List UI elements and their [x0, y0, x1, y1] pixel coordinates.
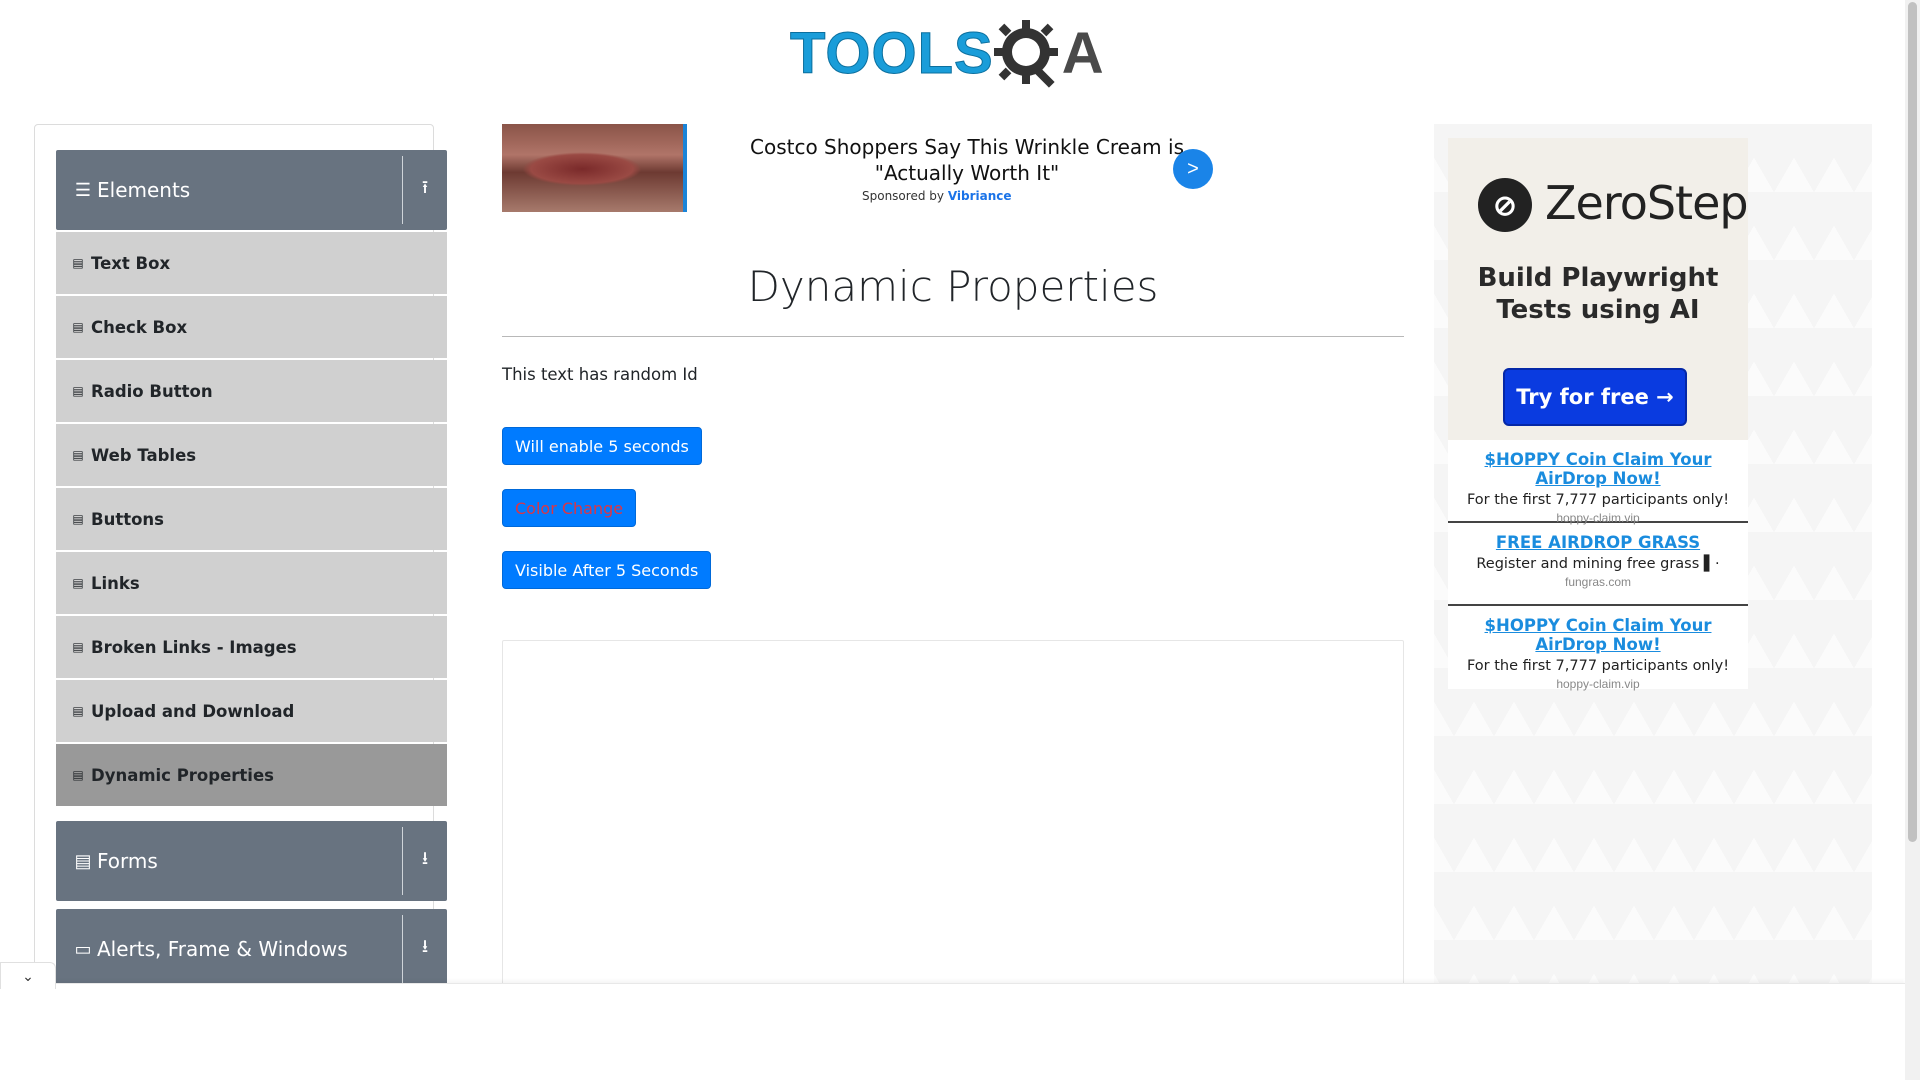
ad-image: [502, 124, 687, 212]
sidebar-item-label: Text Box: [91, 253, 171, 273]
sidebar-item-label: Links: [91, 573, 140, 593]
random-id-text: This text has random Id: [502, 365, 698, 384]
expand-icon[interactable]: ⭳: [403, 821, 447, 901]
gear-search-icon: [993, 20, 1058, 88]
group-forms: ▤ Forms ⭳: [56, 821, 447, 901]
page: TOOLS A ☰ Elements ⭱ ▤ Text Box ▤ Check …: [0, 0, 1905, 1080]
sidebar-item-label: Radio Button: [91, 381, 213, 401]
sidebar-item-web-tables[interactable]: ▤ Web Tables: [56, 424, 447, 486]
text-ad-desc: For the first 7,777 participants only!: [1466, 658, 1730, 674]
ad-image-lips: [522, 152, 642, 186]
window-icon: ▭: [74, 938, 92, 959]
list-icon: ▤: [72, 384, 84, 398]
list-icon: ▤: [72, 512, 84, 526]
ad-go-button[interactable]: >: [1173, 149, 1213, 189]
left-panel: ☰ Elements ⭱ ▤ Text Box ▤ Check Box ▤ Radio…: [34, 124, 447, 1080]
document-icon: ▤: [74, 850, 92, 871]
ad-sponsor-name[interactable]: Vibriance: [948, 189, 1012, 203]
sidebar-item-dynamic-properties[interactable]: ▤ Dynamic Properties: [56, 744, 447, 806]
text-ad-url: hoppy-claim.vip: [1556, 677, 1640, 691]
group-title: Forms: [97, 849, 158, 873]
sidebar-item-radio-button[interactable]: ▤ Radio Button: [56, 360, 447, 422]
sidebar-item-buttons[interactable]: ▤ Buttons: [56, 488, 447, 550]
ad-sponsored-by: Sponsored by: [862, 189, 944, 203]
list-icon: ▤: [72, 704, 84, 718]
group-title: Alerts, Frame & Windows: [97, 937, 348, 961]
list-icon: ▤: [72, 320, 84, 334]
sidebar-item-text-box[interactable]: ▤ Text Box: [56, 232, 447, 294]
sidebar-item-label: Web Tables: [91, 445, 197, 465]
group-header-forms[interactable]: ▤ Forms ⭳: [56, 821, 447, 901]
list-icon: ▤: [72, 640, 84, 654]
text-ad-title[interactable]: $HOPPY Coin Claim Your AirDrop Now!: [1448, 450, 1748, 488]
title-divider: [502, 336, 1404, 337]
scrollbar-thumb[interactable]: [1908, 2, 1917, 842]
chevron-down-icon[interactable]: ⌄: [0, 962, 56, 989]
sidebar-item-label: Dynamic Properties: [91, 765, 274, 785]
collapse-icon[interactable]: ⭱: [403, 150, 447, 230]
group-alerts: ▭ Alerts, Frame & Windows ⭳: [56, 909, 447, 989]
logo-text-tools: TOOLS: [790, 21, 994, 86]
ad-sponsor-line: Sponsored by Vibriance: [862, 189, 1012, 203]
logo-text-a: A: [1061, 21, 1105, 86]
sidebar-item-links[interactable]: ▤ Links: [56, 552, 447, 614]
list-icon: ▤: [72, 768, 84, 782]
page-scrollbar[interactable]: [1905, 0, 1920, 1080]
toolsqa-logo[interactable]: TOOLS A: [790, 14, 1105, 94]
group-header-elements[interactable]: ☰ Elements ⭱: [56, 150, 447, 230]
text-ad[interactable]: $HOPPY Coin Claim Your AirDrop Now! For …: [1448, 440, 1748, 525]
sidebar-item-label: Check Box: [91, 317, 188, 337]
group-title: Elements: [97, 178, 191, 202]
text-ad[interactable]: $HOPPY Coin Claim Your AirDrop Now! For …: [1448, 606, 1748, 691]
zerostep-ad[interactable]: ⊘ ZeroStep Build Playwright Tests using …: [1448, 138, 1749, 440]
ad-banner[interactable]: Costco Shoppers Say This Wrinkle Cream i…: [502, 124, 1213, 212]
right-ad-column: ⊘ ZeroStep Build Playwright Tests using …: [1434, 124, 1872, 1024]
sidebar-item-label: Buttons: [91, 509, 165, 529]
text-ad-title[interactable]: FREE AIRDROP GRASS: [1448, 533, 1748, 552]
ad-placeholder-box: [502, 640, 1404, 1000]
try-for-free-button[interactable]: Try for free →: [1503, 368, 1687, 426]
list-icon: ▤: [72, 448, 84, 462]
expand-icon[interactable]: ⭳: [403, 909, 447, 989]
sidebar-item-label: Upload and Download: [91, 701, 295, 721]
text-ad-desc: Register and mining free grass ▌·: [1476, 556, 1720, 572]
text-ad-url: fungras.com: [1564, 575, 1632, 589]
sidebar-item-label: Broken Links - Images: [91, 637, 297, 657]
zerostep-brand: ZeroStep: [1545, 176, 1749, 230]
sidebar-item-check-box[interactable]: ▤ Check Box: [56, 296, 447, 358]
text-ads: $HOPPY Coin Claim Your AirDrop Now! For …: [1448, 440, 1748, 691]
text-ad-desc: For the first 7,777 participants only!: [1466, 492, 1730, 508]
list-icon: ▤: [72, 576, 84, 590]
enable-after-button[interactable]: Will enable 5 seconds: [502, 427, 702, 465]
group-elements: ☰ Elements ⭱ ▤ Text Box ▤ Check Box ▤ Radio…: [56, 150, 447, 806]
list-icon: ▤: [72, 256, 84, 270]
visible-after-button[interactable]: Visible After 5 Seconds: [502, 551, 712, 589]
hamburger-icon: ☰: [74, 179, 92, 200]
group-header-alerts[interactable]: ▭ Alerts, Frame & Windows ⭳: [56, 909, 447, 989]
bottom-ad-bar: [0, 983, 1905, 1080]
zerostep-tagline: Build Playwright Tests using AI: [1477, 263, 1719, 325]
ad-headline[interactable]: Costco Shoppers Say This Wrinkle Cream i…: [717, 134, 1217, 186]
color-change-button[interactable]: Color Change: [502, 489, 637, 527]
zerostep-logo-icon: ⊘: [1478, 178, 1532, 232]
text-ad-title[interactable]: $HOPPY Coin Claim Your AirDrop Now!: [1448, 616, 1748, 654]
sidebar-item-broken-links[interactable]: ▤ Broken Links - Images: [56, 616, 447, 678]
text-ad[interactable]: FREE AIRDROP GRASS Register and mining f…: [1448, 523, 1748, 606]
sidebar-item-upload-download[interactable]: ▤ Upload and Download: [56, 680, 447, 742]
page-title: Dynamic Properties: [747, 262, 1159, 311]
